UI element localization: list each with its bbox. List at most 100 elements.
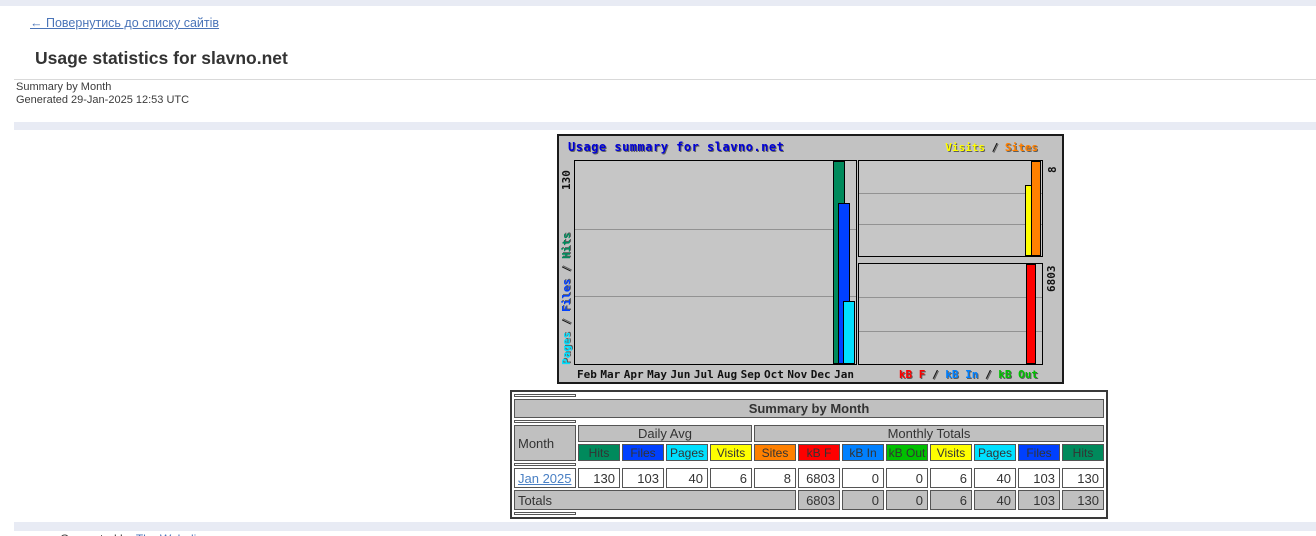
legend-kbout: kB Out [998, 368, 1038, 381]
page: ← Повернутись до списку сайтів Usage sta… [0, 0, 1316, 536]
gridline [575, 296, 856, 297]
legend-visits: Visits [945, 141, 985, 154]
col-header-pages-total: Pages [974, 444, 1016, 461]
gridline [575, 229, 856, 230]
legend-separator: / [932, 368, 939, 381]
divider-top [0, 0, 1316, 6]
cell-kbin: 0 [842, 468, 884, 488]
legend-kbf: kB F [899, 368, 926, 381]
col-header-hits-total: Hits [1062, 444, 1104, 461]
col-header-visits: Visits [710, 444, 752, 461]
group-header-row: Month Daily Avg Monthly Totals [514, 425, 1104, 442]
month-label: Jul [694, 368, 714, 381]
chart-title: Usage summary for slavno.net [568, 140, 784, 154]
col-header-sites: Sites [754, 444, 796, 461]
legend-separator: / [985, 368, 992, 381]
total-files: 103 [1018, 490, 1060, 510]
generated-timestamp: Generated 29-Jan-2025 12:53 UTC [16, 94, 189, 106]
legend-sites: Sites [1005, 141, 1038, 154]
cell-hits: 130 [1062, 468, 1104, 488]
usage-summary-chart: Usage summary for slavno.net Visits / Si… [557, 134, 1064, 384]
month-label: Aug [717, 368, 737, 381]
separator-cell [514, 512, 576, 515]
x-axis-month-labels: Feb Mar Apr May Jun Jul Aug Sep Oct Nov … [574, 368, 857, 381]
gridline [859, 193, 1042, 194]
cell-kbout: 0 [886, 468, 928, 488]
month-label: Mar [600, 368, 620, 381]
daily-avg-group-header: Daily Avg [578, 425, 752, 442]
cell-sites: 8 [754, 468, 796, 488]
y-axis-max-kbytes: 6803 [1045, 266, 1058, 293]
cell-files: 103 [1018, 468, 1060, 488]
table-title: Summary by Month [514, 399, 1104, 418]
separator-row [514, 512, 1104, 515]
footer-generated-by: Generated by [60, 532, 133, 536]
y-axis-label: Pages / Files / Hits [560, 233, 573, 366]
ylabel-separator: / [560, 312, 573, 325]
panel-kbytes [858, 263, 1043, 365]
ylabel-separator: / [560, 259, 573, 272]
month-label: Oct [764, 368, 784, 381]
cell-daily-files: 103 [622, 468, 664, 488]
month-label: Dec [811, 368, 831, 381]
month-label: Feb [577, 368, 597, 381]
month-label: May [647, 368, 667, 381]
gridline [859, 331, 1042, 332]
separator-row [514, 394, 1104, 397]
ylabel-files: Files [560, 279, 573, 312]
col-header-files-total: Files [1018, 444, 1060, 461]
separator-row [514, 420, 1104, 423]
col-header-hits: Hits [578, 444, 620, 461]
month-label: Nov [787, 368, 807, 381]
col-header-kbf: kB F [798, 444, 840, 461]
col-header-pages: Pages [666, 444, 708, 461]
month-column-header: Month [514, 425, 576, 461]
legend-kbin: kB In [945, 368, 978, 381]
total-pages: 40 [974, 490, 1016, 510]
bar-sites-jan [1031, 161, 1041, 256]
chart-legend-visits-sites: Visits / Sites [945, 141, 1038, 154]
totals-row: Totals 6803 0 0 6 40 103 130 [514, 490, 1104, 510]
col-header-visits-total: Visits [930, 444, 972, 461]
cell-daily-visits: 6 [710, 468, 752, 488]
totals-label: Totals [514, 490, 796, 510]
cell-daily-pages: 40 [666, 468, 708, 488]
col-header-kbout: kB Out [886, 444, 928, 461]
ylabel-hits: Hits [560, 233, 573, 260]
table-row-jan-2025: Jan 2025 130 103 40 6 8 6803 0 0 6 40 10… [514, 468, 1104, 488]
jan-2025-link[interactable]: Jan 2025 [518, 471, 572, 486]
separator-row [514, 463, 1104, 466]
month-label: Apr [624, 368, 644, 381]
total-kbin: 0 [842, 490, 884, 510]
total-kbf: 6803 [798, 490, 840, 510]
total-visits: 6 [930, 490, 972, 510]
y-axis-max-hits: 130 [560, 170, 573, 190]
divider-middle [14, 122, 1316, 130]
panel-hits-files-pages [574, 160, 857, 365]
total-kbout: 0 [886, 490, 928, 510]
chart-legend-kbytes: kB F / kB In / kB Out [899, 368, 1038, 381]
footer-webalizer-link[interactable]: The Webalizer [136, 532, 213, 536]
month-cell: Jan 2025 [514, 468, 576, 488]
cell-kbf: 6803 [798, 468, 840, 488]
gridline [859, 224, 1042, 225]
cell-visits: 6 [930, 468, 972, 488]
bar-pages-jan [843, 301, 855, 364]
month-label: Sep [741, 368, 761, 381]
col-header-files: Files [622, 444, 664, 461]
cell-daily-hits: 130 [578, 468, 620, 488]
footer-partial-text: Generated by The Webalizer [60, 532, 213, 536]
col-header-kbin: kB In [842, 444, 884, 461]
month-label: Jan [834, 368, 854, 381]
gridline [859, 297, 1042, 298]
monthly-totals-group-header: Monthly Totals [754, 425, 1104, 442]
divider-bottom [14, 522, 1316, 531]
ylabel-pages: Pages [560, 332, 573, 365]
cell-pages: 40 [974, 468, 1016, 488]
panel-visits-sites [858, 160, 1043, 257]
page-title: Usage statistics for slavno.net [35, 48, 288, 69]
table-title-row: Summary by Month [514, 399, 1104, 418]
back-to-site-list-link[interactable]: ← Повернутись до списку сайтів [30, 16, 219, 30]
summary-by-month-label: Summary by Month [16, 81, 111, 93]
legend-separator: / [992, 141, 999, 154]
